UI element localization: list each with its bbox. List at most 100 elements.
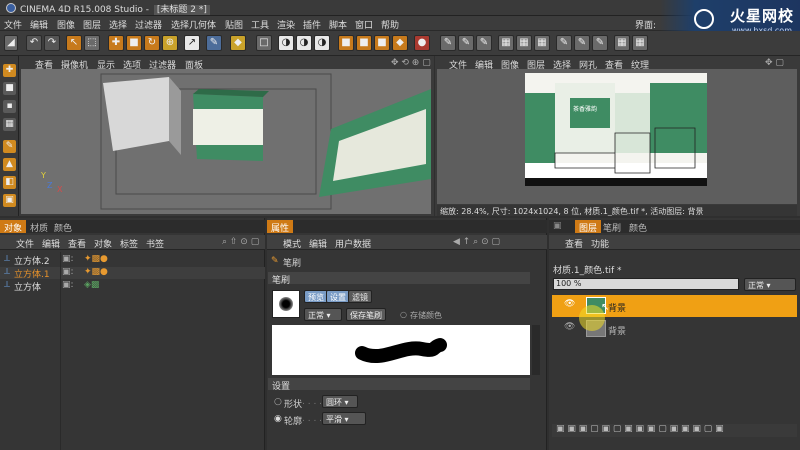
tab-color[interactable]: 颜色 [625,220,651,234]
brush-mode-dropdown[interactable]: 正常 ▾ [304,308,342,321]
preset-filter-button[interactable]: 滤镜 [348,290,372,303]
attr-menu-mode[interactable]: 模式 [283,237,301,250]
preset-preview-button[interactable]: 预览 [304,290,328,303]
paint-icon[interactable]: ✎ [206,35,222,51]
select-icon[interactable]: ⬚ [84,35,100,51]
contour-dropdown[interactable]: 平滑 ▾ [322,412,366,425]
brush-section-header[interactable]: 笔刷 [268,272,530,286]
visibility-icon[interactable]: ▣: [62,254,74,264]
points-mode-icon[interactable]: ▪ [3,100,16,113]
menu-texture[interactable]: 贴图 [225,18,243,31]
obj-menu-view[interactable]: 查看 [68,237,86,250]
save-brush-button[interactable]: 保存笔刷 [346,308,386,321]
tool-icon-8[interactable]: ✎ [574,35,590,51]
tool-icon-3[interactable]: ✎ [476,35,492,51]
layer-visibility-icon[interactable]: 👁 [564,322,575,332]
object-tags-icon[interactable]: ✦▩● [84,267,108,277]
tab-materials[interactable]: 材质 [26,220,52,234]
tool-icon-9[interactable]: ✎ [592,35,608,51]
search-icon[interactable]: ⌕ ⇧ ⊙ ▢ [222,237,259,247]
blend-dropdown[interactable]: 正常 ▾ [744,278,796,291]
layer-tools-icons[interactable]: ▣ ▣ ▣ ▢ ▣ ▢ ▣ ▣ ▣ ▢ ▣ ▣ ▣ ▢ ▣ [556,424,724,434]
opacity-slider[interactable]: 100 % [553,278,739,290]
tab-colors[interactable]: 颜色 [50,220,76,234]
obj-menu-tags[interactable]: 标签 [120,237,138,250]
layer-menu-view[interactable]: 查看 [565,237,583,250]
render-view-icon[interactable]: ◑ [278,35,294,51]
preset-settings-button[interactable]: 设置 [326,290,350,303]
transform-icon[interactable]: ⊕ [162,35,178,51]
frame-icon[interactable]: □ [256,35,272,51]
fill-icon[interactable]: ◆ [230,35,246,51]
texture-scrollbar[interactable] [525,178,707,186]
tool-icon-2[interactable]: ✎ [458,35,474,51]
attr-scrollbar[interactable] [532,325,540,375]
tab-layers[interactable]: 图层 [575,220,602,234]
tab-objects[interactable]: 对象 [0,220,27,234]
menu-tools[interactable]: 工具 [251,18,269,31]
cube-object-icon[interactable]: ■ [356,35,372,51]
vp-nav-icons[interactable]: ✥ ⟲ ⊕ ▢ [391,58,431,68]
rotate-icon[interactable]: ↻ [144,35,160,51]
tv-nav-icons[interactable]: ✥ ▢ [765,58,784,68]
obj-menu-bookmarks[interactable]: 书签 [146,237,164,250]
doc-tab[interactable]: [未标题 2 *] [153,5,210,15]
nav-arrows-icon[interactable]: ◀ ↑ ⌕ ⊙ ▢ [453,237,500,247]
uv-mode-icon[interactable]: ▦ [3,118,16,131]
object-mode-icon[interactable]: ■ [3,82,16,95]
obj-menu-object[interactable]: 对象 [94,237,112,250]
object-row-selected[interactable]: ⟂ 立方体.1 ▣: ✦▩● [0,267,265,280]
shape-radio[interactable]: ○ [274,397,282,407]
tab-brush[interactable]: 笔刷 [599,220,625,234]
tool-icon-10[interactable]: ▦ [614,35,630,51]
stamp-tool-icon[interactable]: ▲ [3,158,16,171]
brush-preview[interactable] [272,290,300,318]
undo-icon[interactable]: ↶ [26,35,42,51]
cube-icon[interactable]: ■ [338,35,354,51]
layer-visibility-icon[interactable]: 👁 [564,299,575,309]
tool-icon-11[interactable]: ▦ [632,35,648,51]
record-icon[interactable]: ● [414,35,430,51]
generator-icon[interactable]: ◆ [392,35,408,51]
menu-render[interactable]: 渲染 [277,18,295,31]
settings-section-header[interactable]: 设置 [268,378,530,392]
shape-dropdown[interactable]: 圆环 ▾ [322,395,358,408]
menu-file[interactable]: 文件 [4,18,22,31]
tab-attributes[interactable]: 属性 [267,220,294,234]
render-picture-icon[interactable]: ◑ [296,35,312,51]
menu-script[interactable]: 脚本 [329,18,347,31]
menu-edit[interactable]: 编辑 [30,18,48,31]
menu-window[interactable]: 窗口 [355,18,373,31]
viewport-canvas[interactable]: Y Z X [21,69,431,214]
attr-menu-edit[interactable]: 编辑 [309,237,327,250]
obj-menu-file[interactable]: 文件 [16,237,34,250]
object-tags-icon[interactable]: ✦▩● [84,254,108,264]
menu-filter[interactable]: 过滤器 [135,18,162,31]
texture-canvas[interactable]: 茶香雅韵 [437,69,797,204]
attr-menu-userdata[interactable]: 用户数据 [335,237,371,250]
live-select-icon[interactable]: ↖ [66,35,82,51]
object-tags-icon[interactable]: ◈▩ [84,280,99,290]
object-row[interactable]: ⟂ 立方体.2 ▣: ✦▩● [0,254,265,267]
scale-icon[interactable]: ■ [126,35,142,51]
fill-tool-icon[interactable]: ▣ [3,194,16,207]
move-icon[interactable]: ✚ [108,35,124,51]
menu-plugins[interactable]: 插件 [303,18,321,31]
axis-icon[interactable]: ↗ [184,35,200,51]
tool-icon-5[interactable]: ▦ [516,35,532,51]
visibility-icon[interactable]: ▣: [62,280,74,290]
eraser-tool-icon[interactable]: ◧ [3,176,16,189]
tool-icon-6[interactable]: ▦ [534,35,550,51]
brush-tool-icon[interactable]: ✎ [3,140,16,153]
layer-menu-functions[interactable]: 功能 [591,237,609,250]
menu-select-geometry[interactable]: 选择几何体 [171,18,216,31]
deformer-icon[interactable]: ■ [374,35,390,51]
menu-layer[interactable]: 图层 [83,18,101,31]
tool-icon-4[interactable]: ▦ [498,35,514,51]
redo-icon[interactable]: ↷ [44,35,60,51]
contour-radio[interactable]: ◉ [274,414,282,424]
menu-help[interactable]: 帮助 [381,18,399,31]
menu-image[interactable]: 图像 [57,18,75,31]
tool-icon-7[interactable]: ✎ [556,35,572,51]
render-settings-icon[interactable]: ◑ [314,35,330,51]
